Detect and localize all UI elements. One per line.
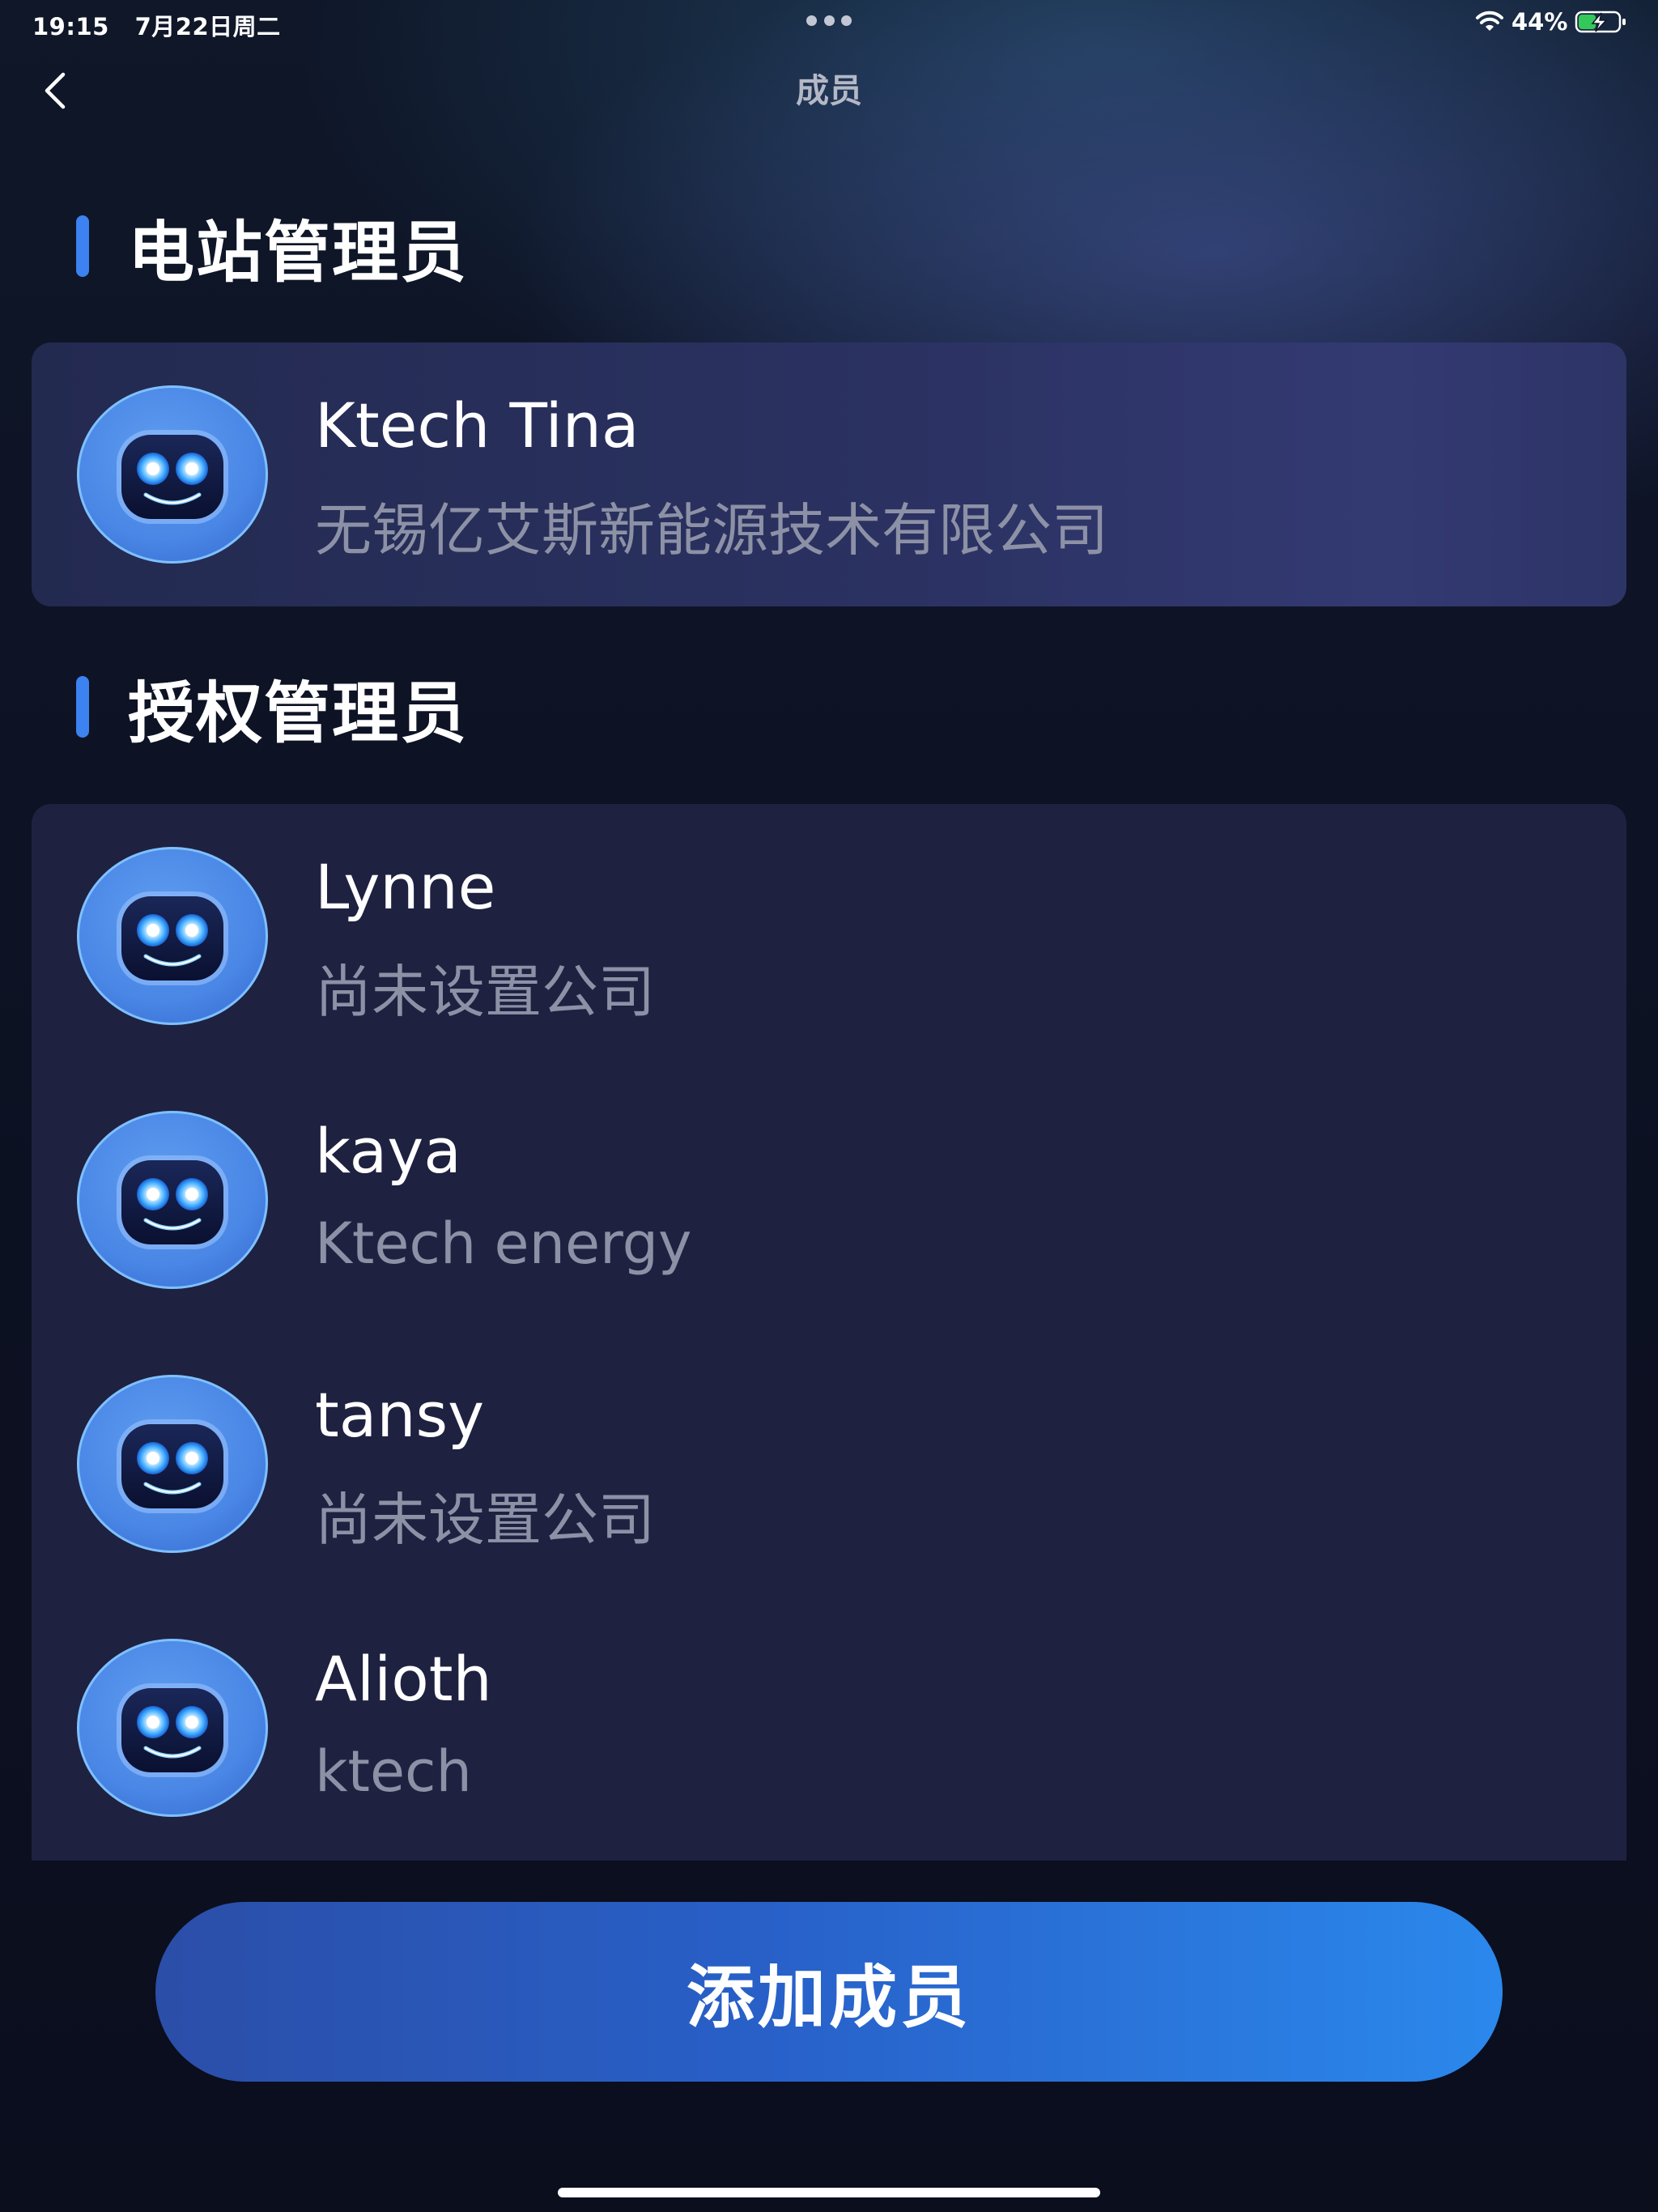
member-row[interactable]: tansy 尚未设置公司	[32, 1332, 1626, 1596]
member-row[interactable]: Alioth ktech	[32, 1596, 1626, 1860]
section-header-station-admin: 电站管理员	[76, 202, 468, 291]
back-button[interactable]	[31, 65, 79, 117]
member-name: kaya	[315, 1115, 461, 1187]
status-time: 19:15 7月22日周二	[32, 8, 281, 42]
station-admin-card: Ktech Tina 无锡亿艾斯新能源技术有限公司	[32, 342, 1626, 606]
wifi-icon	[1476, 11, 1503, 31]
battery-charging-icon	[1575, 11, 1626, 33]
authorized-admin-list[interactable]: Lynne 尚未设置公司 kaya Ktech energy tansy 尚未设…	[32, 804, 1626, 1861]
robot-avatar-icon	[76, 1638, 269, 1818]
page-title: 成员	[796, 71, 862, 110]
member-company: 尚未设置公司	[315, 959, 655, 1025]
member-row[interactable]: Lynne 尚未设置公司	[32, 804, 1626, 1068]
member-company: 尚未设置公司	[315, 1487, 655, 1553]
status-bar: 19:15 7月22日周二 44%	[0, 0, 1658, 45]
member-company: ktech	[315, 1738, 472, 1805]
robot-avatar-icon	[76, 846, 269, 1026]
status-date: 7月22日周二	[134, 13, 281, 40]
robot-avatar-icon	[76, 1374, 269, 1554]
section-header-authorized-admin: 授权管理员	[76, 662, 468, 752]
status-clock: 19:15	[32, 13, 109, 40]
robot-avatar-icon	[76, 1110, 269, 1290]
member-company: 无锡亿艾斯新能源技术有限公司	[315, 497, 1108, 564]
battery-percentage: 44%	[1511, 8, 1568, 36]
member-name: tansy	[315, 1379, 485, 1451]
member-row[interactable]: kaya Ktech energy	[32, 1068, 1626, 1332]
member-company: Ktech energy	[315, 1210, 692, 1277]
section-accent-bar	[76, 215, 89, 277]
member-row[interactable]: Ktech Tina 无锡亿艾斯新能源技术有限公司	[32, 342, 1626, 606]
chevron-left-icon	[45, 72, 66, 109]
home-indicator[interactable]	[558, 2188, 1100, 2197]
member-name: Ktech Tina	[315, 389, 640, 462]
add-member-button[interactable]: 添加成员	[155, 1902, 1503, 2082]
robot-avatar-icon	[76, 385, 269, 564]
member-name: Alioth	[315, 1643, 492, 1715]
multitasking-dots-icon[interactable]	[806, 15, 852, 27]
section-title-station-admin: 电站管理员	[128, 214, 469, 291]
member-name: Lynne	[315, 851, 496, 923]
section-accent-bar	[76, 676, 89, 738]
section-title-authorized-admin: 授权管理员	[128, 674, 469, 752]
